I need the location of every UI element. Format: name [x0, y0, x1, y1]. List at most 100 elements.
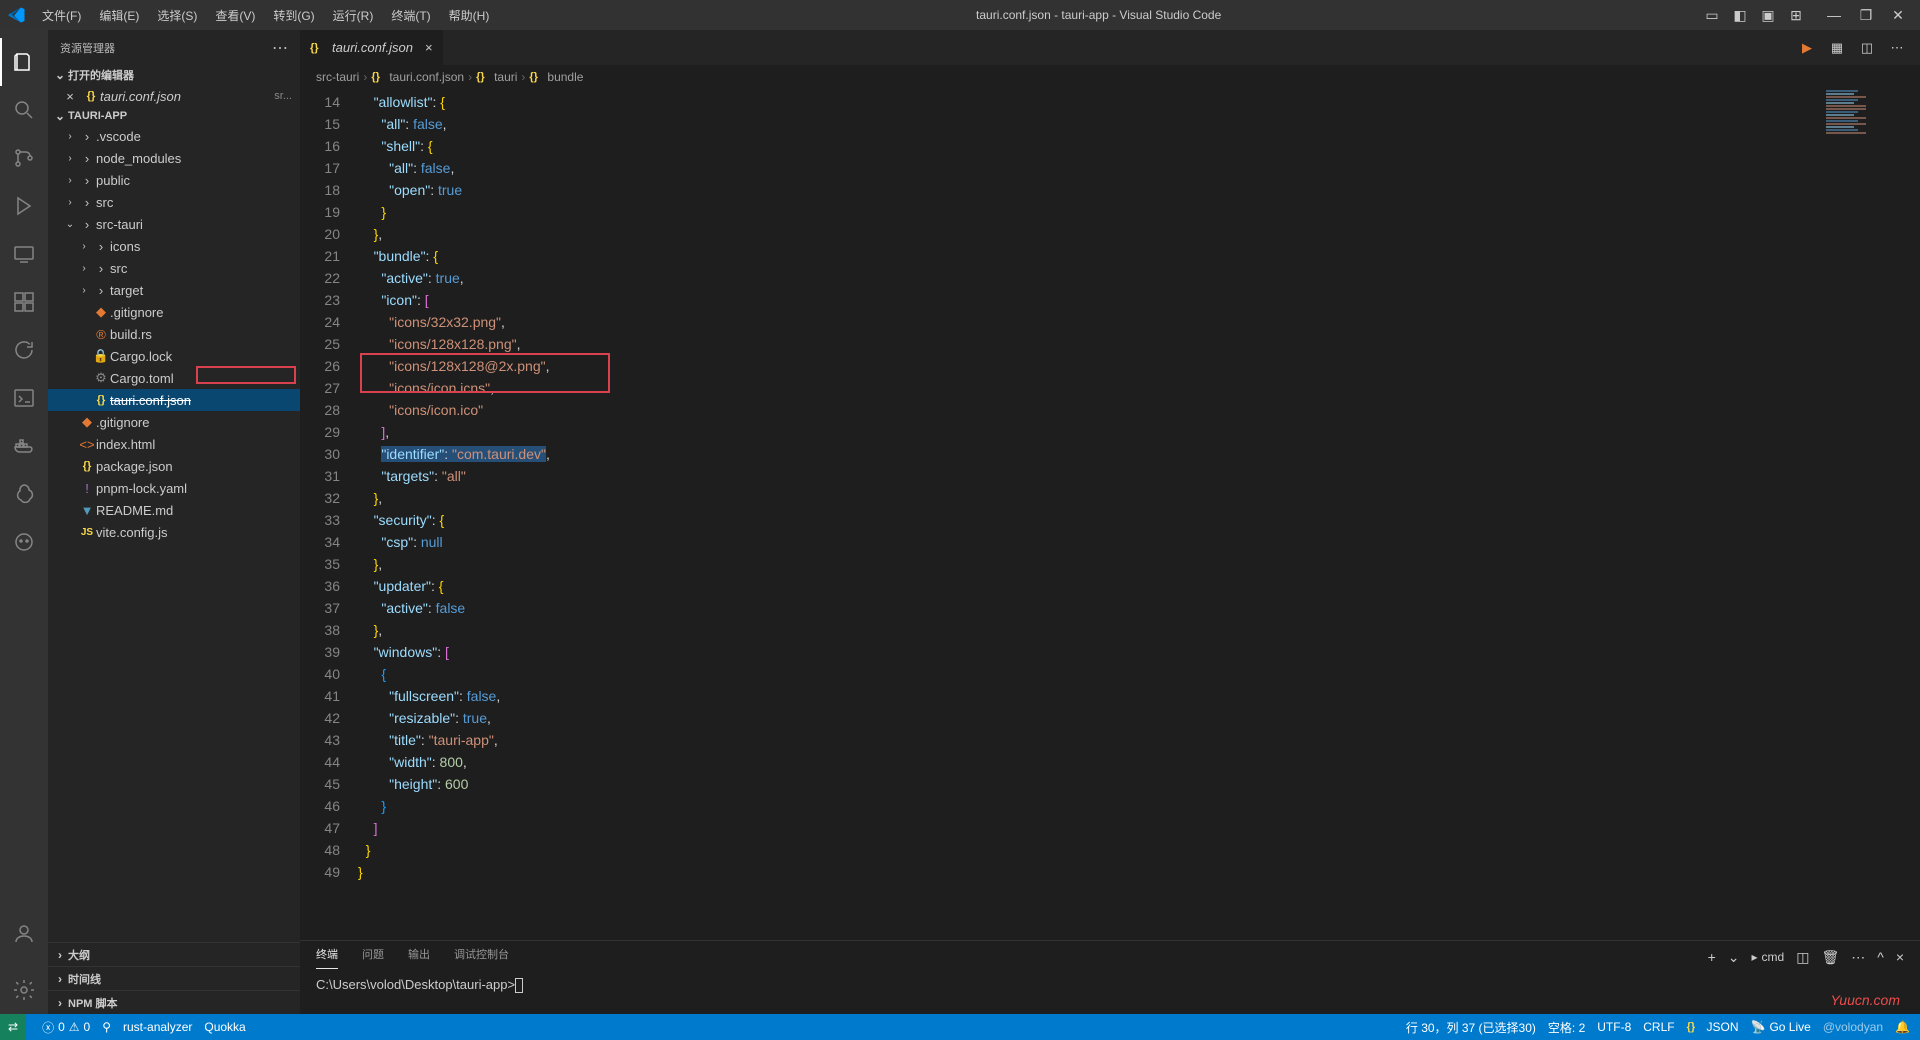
toggle-panel-icon[interactable]: ▭: [1700, 1, 1724, 29]
terminal-body[interactable]: C:\Users\volod\Desktop\tauri-app>: [300, 973, 1920, 1014]
file-item[interactable]: 🔒Cargo.lock: [48, 345, 300, 367]
folder-item[interactable]: ››node_modules: [48, 147, 300, 169]
new-terminal-icon[interactable]: +: [1708, 949, 1716, 965]
status-golive[interactable]: 📡Go Live: [1751, 1020, 1811, 1034]
editor-tab[interactable]: {} tauri.conf.json ×: [300, 30, 443, 65]
maximize-panel-icon[interactable]: ^: [1877, 949, 1884, 965]
maximize-icon[interactable]: ❐: [1852, 1, 1880, 29]
file-item[interactable]: ⚙Cargo.toml: [48, 367, 300, 389]
code-editor[interactable]: 1415161718192021222324252627282930313233…: [300, 89, 1920, 940]
folder-item[interactable]: ››target: [48, 279, 300, 301]
menu-item[interactable]: 文件(F): [34, 3, 89, 28]
docker-icon[interactable]: [0, 422, 48, 470]
menu-item[interactable]: 转到(G): [265, 3, 322, 28]
folder-item[interactable]: ››src: [48, 191, 300, 213]
status-cursor[interactable]: 行 30，列 37 (已选择30): [1406, 1019, 1536, 1036]
file-item[interactable]: ◆.gitignore: [48, 301, 300, 323]
customize-layout-icon[interactable]: ⊞: [1784, 1, 1808, 29]
folder-item[interactable]: ››src: [48, 257, 300, 279]
project-section[interactable]: ⌄ TAURI-APP: [48, 107, 300, 125]
open-editor-item[interactable]: × {} tauri.conf.json sr...: [48, 85, 300, 107]
status-eol[interactable]: CRLF: [1643, 1020, 1674, 1034]
status-errors[interactable]: ⓧ0⚠0: [42, 1019, 90, 1036]
outline-section[interactable]: ›大纲: [48, 942, 300, 966]
menu-item[interactable]: 查看(V): [207, 3, 263, 28]
status-rust[interactable]: rust-analyzer: [123, 1020, 192, 1034]
menu-item[interactable]: 选择(S): [149, 3, 205, 28]
split-terminal-icon[interactable]: ◫: [1796, 949, 1809, 966]
more-actions-icon[interactable]: ⋯: [1886, 37, 1908, 59]
minimize-icon[interactable]: —: [1820, 1, 1848, 29]
more-icon[interactable]: ⋯: [1851, 949, 1865, 966]
chatgpt-icon[interactable]: [0, 470, 48, 518]
explorer-icon[interactable]: [0, 38, 48, 86]
npm-section[interactable]: ›NPM 脚本: [48, 990, 300, 1014]
panel-tab[interactable]: 问题: [362, 946, 384, 968]
terminal-icon[interactable]: [0, 374, 48, 422]
extensions-icon[interactable]: [0, 278, 48, 326]
menu-item[interactable]: 终端(T): [383, 3, 438, 28]
search-icon[interactable]: [0, 86, 48, 134]
close-panel-icon[interactable]: ×: [1896, 949, 1904, 965]
sidebar-more-icon[interactable]: ⋯: [272, 38, 288, 58]
breadcrumb-item[interactable]: tauri.conf.json: [389, 70, 464, 84]
toggle-sidebar-icon[interactable]: ◧: [1728, 1, 1752, 29]
item-label: target: [110, 283, 143, 298]
copilot-icon[interactable]: [0, 518, 48, 566]
close-editor-icon[interactable]: ×: [62, 89, 78, 104]
open-editors-section[interactable]: ⌄ 打开的编辑器: [48, 65, 300, 85]
refresh-icon[interactable]: [0, 326, 48, 374]
remote-button[interactable]: ⇄: [0, 1014, 26, 1040]
code-content[interactable]: "allowlist": { "all": false, "shell": { …: [358, 89, 1920, 940]
grid-icon[interactable]: ▦: [1826, 37, 1848, 59]
terminal-dropdown-icon[interactable]: ⌄: [1728, 949, 1740, 966]
file-item[interactable]: {}tauri.conf.json: [48, 389, 300, 411]
error-icon: ⓧ: [42, 1019, 54, 1036]
file-item[interactable]: ▼README.md: [48, 499, 300, 521]
layout-icon[interactable]: ▣: [1756, 1, 1780, 29]
menu-item[interactable]: 编辑(E): [91, 3, 147, 28]
breadcrumb-item[interactable]: tauri: [494, 70, 517, 84]
source-control-icon[interactable]: [0, 134, 48, 182]
settings-gear-icon[interactable]: [0, 966, 48, 1014]
folder-item[interactable]: ››.vscode: [48, 125, 300, 147]
timeline-section[interactable]: ›时间线: [48, 966, 300, 990]
file-item[interactable]: <>index.html: [48, 433, 300, 455]
close-tab-icon[interactable]: ×: [425, 40, 433, 55]
breadcrumb-item[interactable]: bundle: [547, 70, 583, 84]
panel-tab[interactable]: 输出: [408, 946, 430, 968]
status-language[interactable]: {} JSON: [1687, 1020, 1739, 1034]
file-item[interactable]: {}package.json: [48, 455, 300, 477]
json-icon: {}: [371, 71, 385, 83]
panel-tab[interactable]: 调试控制台: [454, 946, 509, 968]
git-icon: ◆: [78, 414, 96, 430]
item-label: .gitignore: [110, 305, 163, 320]
file-item[interactable]: ®build.rs: [48, 323, 300, 345]
status-spaces[interactable]: 空格: 2: [1548, 1019, 1585, 1036]
file-item[interactable]: ◆.gitignore: [48, 411, 300, 433]
breadcrumb[interactable]: src-tauri›{}tauri.conf.json›{}tauri›{}bu…: [300, 65, 1920, 89]
folder-item[interactable]: ››public: [48, 169, 300, 191]
panel-tab[interactable]: 终端: [316, 946, 338, 969]
run-icon[interactable]: ▶: [1796, 37, 1818, 59]
file-item[interactable]: JSvite.config.js: [48, 521, 300, 543]
close-icon[interactable]: ✕: [1884, 1, 1912, 29]
status-notifications-icon[interactable]: 🔔: [1895, 1020, 1910, 1034]
terminal-shell[interactable]: ▸cmd: [1752, 950, 1785, 964]
status-encoding[interactable]: UTF-8: [1597, 1020, 1631, 1034]
minimap[interactable]: [1826, 89, 1906, 309]
status-quokka[interactable]: Quokka: [204, 1020, 245, 1034]
accounts-icon[interactable]: [0, 910, 48, 958]
status-user[interactable]: @volodyan: [1823, 1020, 1883, 1034]
menu-item[interactable]: 帮助(H): [441, 3, 498, 28]
menu-item[interactable]: 运行(R): [325, 3, 382, 28]
breadcrumb-item[interactable]: src-tauri: [316, 70, 359, 84]
folder-item[interactable]: ⌄›src-tauri: [48, 213, 300, 235]
file-item[interactable]: !pnpm-lock.yaml: [48, 477, 300, 499]
folder-item[interactable]: ››icons: [48, 235, 300, 257]
run-debug-icon[interactable]: [0, 182, 48, 230]
remote-explorer-icon[interactable]: [0, 230, 48, 278]
status-ports[interactable]: ⚲: [102, 1020, 111, 1034]
trash-icon[interactable]: 🗑: [1821, 949, 1839, 966]
split-editor-icon[interactable]: ◫: [1856, 37, 1878, 59]
